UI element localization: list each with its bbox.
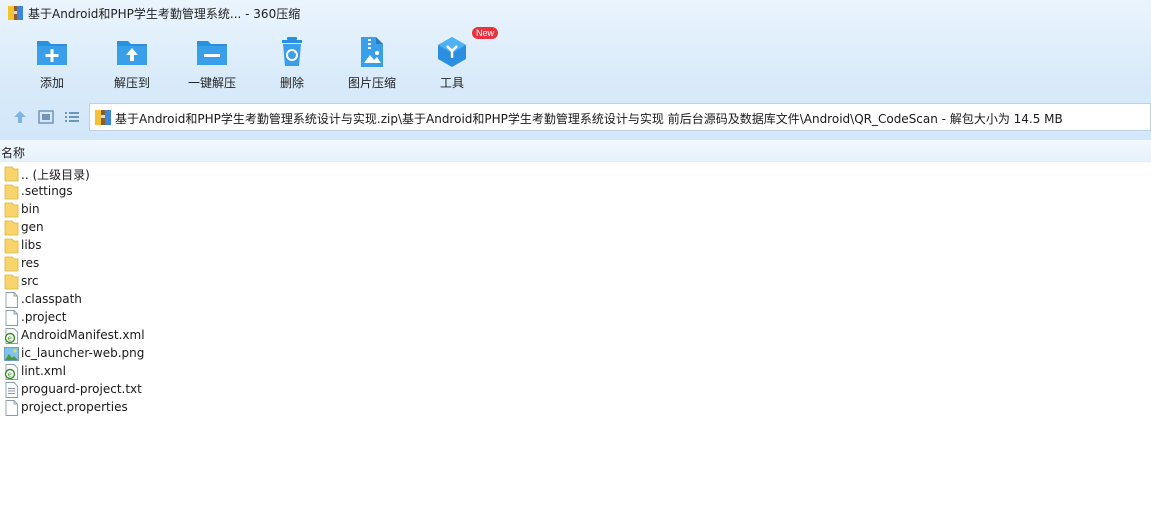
column-header-name[interactable]: 名称 (1, 144, 25, 161)
add-button[interactable]: 添加 (12, 30, 92, 92)
window-title: 基于Android和PHP学生考勤管理系统... - 360压缩 (28, 7, 301, 21)
file-name: proguard-project.txt (21, 382, 142, 396)
list-item[interactable]: res (0, 255, 400, 273)
extract-to-icon (117, 41, 147, 65)
file-name: gen (21, 220, 44, 234)
file-name: res (21, 256, 40, 270)
folder-icon (4, 238, 19, 254)
file-name: AndroidManifest.xml (21, 328, 145, 342)
list-item[interactable]: .settings (0, 183, 400, 201)
folder-icon (4, 166, 19, 182)
list-item[interactable]: bin (0, 201, 400, 219)
folder-icon (4, 256, 19, 272)
address-path: 基于Android和PHP学生考勤管理系统设计与实现.zip\基于Android… (115, 112, 1063, 126)
address-bar[interactable]: 基于Android和PHP学生考勤管理系统设计与实现.zip\基于Android… (89, 103, 1151, 131)
up-arrow-icon[interactable] (11, 108, 29, 126)
file-list: .. (上级目录) .settings bin gen libs res src… (0, 165, 1151, 417)
file-icon (5, 400, 18, 416)
title-bar: 基于Android和PHP学生考勤管理系统... - 360压缩 (0, 0, 1151, 26)
file-name: .. (上级目录) (21, 168, 90, 182)
list-view-icon[interactable] (63, 108, 81, 126)
delete-button[interactable]: 删除 (252, 30, 332, 92)
extract-to-button[interactable]: 解压到 (92, 30, 172, 92)
list-item[interactable]: project.properties (0, 399, 400, 417)
file-icon (5, 310, 18, 326)
list-item[interactable]: .. (上级目录) (0, 165, 400, 183)
add-icon (37, 41, 67, 65)
archive-icon (95, 110, 111, 125)
toolbar: 添加 解压到 一键解压 删除 图片压缩 New 工具 (0, 27, 600, 94)
file-name: .project (21, 310, 67, 324)
list-item[interactable]: proguard-project.txt (0, 381, 400, 399)
archive-app-icon (8, 6, 23, 20)
text-file-icon (5, 382, 18, 398)
file-name: lint.xml (21, 364, 66, 378)
extract-to-label: 解压到 (113, 76, 150, 90)
file-icon (5, 292, 18, 308)
file-name: project.properties (21, 400, 128, 414)
file-name: .classpath (21, 292, 82, 306)
folder-icon (4, 202, 19, 218)
new-badge: New (472, 27, 499, 39)
tools-button[interactable]: New 工具 (412, 27, 499, 92)
add-label: 添加 (39, 76, 64, 90)
image-compress-label: 图片压缩 (347, 76, 396, 90)
file-name: src (21, 274, 39, 288)
list-item[interactable]: e AndroidManifest.xml (0, 327, 400, 345)
file-name: .settings (21, 184, 73, 198)
list-item[interactable]: gen (0, 219, 400, 237)
image-compress-icon (361, 37, 383, 67)
list-header: 名称 (0, 140, 1151, 162)
list-item[interactable]: src (0, 273, 400, 291)
folder-icon (4, 220, 19, 236)
list-item[interactable]: ic_launcher-web.png (0, 345, 400, 363)
tools-label: 工具 (439, 76, 464, 90)
list-item[interactable]: libs (0, 237, 400, 255)
navigation-bar: 基于Android和PHP学生考勤管理系统设计与实现.zip\基于Android… (0, 103, 1151, 131)
one-click-extract-label: 一键解压 (187, 76, 236, 90)
file-name: bin (21, 202, 40, 216)
list-item[interactable]: e lint.xml (0, 363, 400, 381)
image-compress-button[interactable]: 图片压缩 (332, 30, 412, 92)
image-file-icon (4, 347, 19, 361)
top-panel: 基于Android和PHP学生考勤管理系统... - 360压缩 添加 解压到 (0, 0, 1151, 140)
one-click-extract-icon (197, 41, 227, 65)
list-item[interactable]: .classpath (0, 291, 400, 309)
svg-text:e: e (8, 371, 12, 379)
svg-text:e: e (8, 335, 12, 343)
thumbnail-view-icon[interactable] (37, 108, 55, 126)
delete-label: 删除 (279, 76, 304, 90)
tools-icon (438, 37, 466, 67)
folder-icon (4, 184, 19, 200)
file-name: ic_launcher-web.png (21, 346, 145, 360)
file-name: libs (21, 238, 42, 252)
xml-file-icon: e (4, 328, 18, 344)
one-click-extract-button[interactable]: 一键解压 (172, 30, 252, 92)
folder-icon (4, 274, 19, 290)
list-item[interactable]: .project (0, 309, 400, 327)
xml-file-icon: e (4, 364, 18, 380)
delete-icon (282, 37, 302, 66)
